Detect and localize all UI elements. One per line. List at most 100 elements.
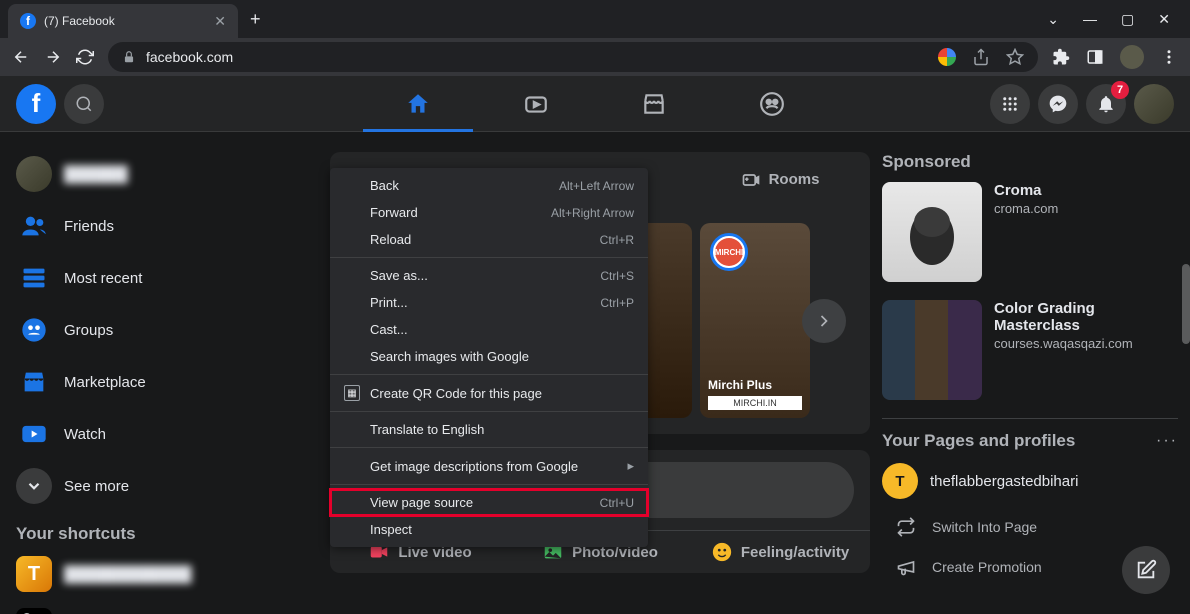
context-menu-label: View page source: [370, 495, 473, 510]
context-menu-shortcut: Ctrl+P: [600, 296, 634, 310]
sponsored-item-grading[interactable]: Color Grading Masterclass courses.waqasq…: [882, 300, 1178, 400]
window-maximize-icon[interactable]: ▢: [1121, 11, 1134, 28]
page-avatar: T: [882, 463, 918, 499]
context-menu-label: Forward: [370, 205, 418, 220]
sidebar-item-marketplace[interactable]: Marketplace: [8, 356, 322, 408]
extensions-icon[interactable]: [1052, 48, 1070, 66]
window-dropdown-icon[interactable]: ⌄: [1047, 11, 1059, 28]
sponsor-image: [882, 182, 982, 282]
context-menu-label: Cast...: [370, 322, 408, 337]
tab-rooms[interactable]: Rooms: [690, 152, 870, 207]
context-menu-item[interactable]: Search images with Google: [330, 343, 648, 370]
shortcut-item-8ball[interactable]: 8 Ball Pool: [8, 600, 322, 614]
shortcuts-title: Your shortcuts: [8, 512, 322, 548]
sponsored-title: Sponsored: [882, 148, 1178, 182]
context-menu-label: Save as...: [370, 268, 428, 283]
context-menu-item[interactable]: Get image descriptions from Google▸: [330, 452, 648, 480]
tab-title: (7) Facebook: [44, 14, 206, 28]
sidebar-item-friends[interactable]: Friends: [8, 200, 322, 252]
nav-watch[interactable]: [481, 76, 591, 132]
browser-tab[interactable]: f (7) Facebook ✕: [8, 4, 238, 38]
sidebar-left: ██████ Friends Most recent Groups Market…: [0, 132, 330, 614]
sidebar-item-watch[interactable]: Watch: [8, 408, 322, 460]
context-menu-label: Translate to English: [370, 422, 484, 437]
browser-menu-icon[interactable]: [1160, 48, 1178, 66]
google-icon[interactable]: [938, 48, 956, 66]
profile-name: ██████: [64, 166, 128, 183]
switch-into-page[interactable]: Switch Into Page: [882, 507, 1178, 547]
context-menu: BackAlt+Left ArrowForwardAlt+Right Arrow…: [330, 168, 648, 547]
recent-icon: [16, 260, 52, 296]
sidebar-profile[interactable]: ██████: [8, 148, 322, 200]
browser-titlebar: f (7) Facebook ✕ + ⌄ — ▢ ✕: [0, 0, 1190, 38]
tab-close-icon[interactable]: ✕: [214, 13, 226, 30]
browser-address-bar: facebook.com: [0, 38, 1190, 76]
notifications-button[interactable]: 7: [1086, 84, 1126, 124]
sidebar-item-see-more[interactable]: See more: [8, 460, 322, 512]
sidebar-item-label: Groups: [64, 322, 113, 339]
profile-avatar[interactable]: [1134, 84, 1174, 124]
sponsor-title: Color Grading Masterclass: [994, 300, 1178, 334]
profile-icon: [16, 156, 52, 192]
context-menu-label: Back: [370, 178, 399, 193]
shortcut-label: ████████████: [64, 566, 192, 583]
context-menu-item[interactable]: Print... Ctrl+P: [330, 289, 648, 316]
bookmark-star-icon[interactable]: [1006, 48, 1024, 66]
sidebar-item-label: Marketplace: [64, 374, 146, 391]
friends-icon: [16, 208, 52, 244]
sidebar-item-recent[interactable]: Most recent: [8, 252, 322, 304]
scrollbar[interactable]: [1182, 264, 1190, 344]
window-controls: ⌄ — ▢ ✕: [1047, 11, 1190, 28]
window-minimize-icon[interactable]: —: [1083, 11, 1097, 28]
context-menu-item[interactable]: Inspect: [330, 516, 648, 543]
browser-profile-avatar[interactable]: [1120, 45, 1144, 69]
context-menu-label: Inspect: [370, 522, 412, 537]
context-menu-item[interactable]: ▦Create QR Code for this page: [330, 379, 648, 407]
context-menu-label: Print...: [370, 295, 408, 310]
nav-groups[interactable]: [717, 76, 827, 132]
feed-column: Stories Reels Rooms UPDATE ONnal...: [330, 132, 870, 614]
sponsor-subtitle: croma.com: [994, 201, 1058, 216]
story-card[interactable]: MIRCHI MIRCHI.IN Mirchi Plus: [700, 223, 810, 418]
context-menu-separator: [330, 447, 648, 448]
page-item[interactable]: T theflabbergastedbihari: [882, 455, 1178, 507]
sidebar-item-groups[interactable]: Groups: [8, 304, 322, 356]
url-text: facebook.com: [146, 49, 233, 65]
reading-list-icon[interactable]: [1086, 48, 1104, 66]
sidebar-item-label: See more: [64, 478, 129, 495]
menu-grid-button[interactable]: [990, 84, 1030, 124]
shortcut-item-1[interactable]: T ████████████: [8, 548, 322, 600]
context-menu-label: Reload: [370, 232, 411, 247]
back-button[interactable]: [12, 48, 30, 66]
stories-next-button[interactable]: [802, 299, 846, 343]
share-icon[interactable]: [972, 48, 990, 66]
context-menu-item[interactable]: View page sourceCtrl+U: [330, 489, 648, 516]
context-menu-item[interactable]: ReloadCtrl+R: [330, 226, 648, 253]
reload-button[interactable]: [76, 48, 94, 66]
sponsored-item-croma[interactable]: Croma croma.com: [882, 182, 1178, 282]
forward-button[interactable]: [44, 48, 62, 66]
composer-feeling[interactable]: Feeling/activity: [690, 531, 870, 573]
new-tab-button[interactable]: +: [250, 9, 261, 30]
context-menu-separator: [330, 374, 648, 375]
context-menu-item[interactable]: Cast...: [330, 316, 648, 343]
sidebar-right: Sponsored Croma croma.com Color Grading …: [870, 132, 1190, 614]
nav-marketplace[interactable]: [599, 76, 709, 132]
context-menu-item[interactable]: Translate to English: [330, 416, 648, 443]
url-box[interactable]: facebook.com: [108, 42, 1038, 72]
messenger-button[interactable]: [1038, 84, 1078, 124]
switch-icon: [892, 513, 920, 541]
groups-icon: [16, 312, 52, 348]
search-button[interactable]: [64, 84, 104, 124]
shortcut-icon: [16, 608, 52, 614]
more-icon[interactable]: ···: [1156, 432, 1178, 450]
context-menu-item[interactable]: Save as...Ctrl+S: [330, 262, 648, 289]
nav-home[interactable]: [363, 76, 473, 132]
facebook-logo[interactable]: f: [16, 84, 56, 124]
window-close-icon[interactable]: ✕: [1158, 11, 1170, 28]
feeling-icon: [711, 541, 733, 563]
edit-fab[interactable]: [1122, 546, 1170, 594]
context-menu-item[interactable]: ForwardAlt+Right Arrow: [330, 199, 648, 226]
context-menu-item[interactable]: BackAlt+Left Arrow: [330, 172, 648, 199]
watch-icon: [16, 416, 52, 452]
